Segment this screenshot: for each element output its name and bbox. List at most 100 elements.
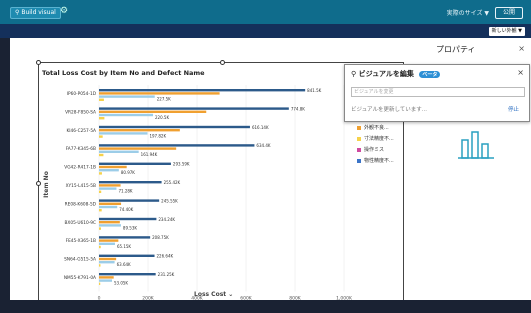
bar bbox=[99, 150, 139, 153]
bar bbox=[99, 261, 115, 264]
y-tick-label: RE08-K608-5D bbox=[65, 201, 97, 207]
data-label: 208.75K bbox=[152, 235, 169, 240]
bar bbox=[99, 190, 102, 193]
data-label: 71.28K bbox=[118, 189, 132, 194]
bar bbox=[99, 257, 117, 261]
build-visual-button[interactable]: ⚲ Build visual bbox=[10, 7, 61, 19]
bar bbox=[99, 273, 156, 276]
bar bbox=[99, 217, 157, 221]
bar bbox=[99, 113, 154, 117]
data-label: 74.40K bbox=[119, 207, 133, 212]
legend-item[interactable]: 操作ミス bbox=[357, 144, 394, 155]
data-label: 53.05K bbox=[114, 281, 128, 286]
data-label: 227.5K bbox=[157, 97, 171, 102]
y-tick-label: SN64-G515-5A bbox=[64, 257, 96, 263]
update-status: ビジュアルを更新しています... bbox=[351, 107, 428, 113]
bar bbox=[99, 153, 104, 157]
top-toolbar: ⚲ Build visual ⚙ 実際のサイズ ▼ 公開 bbox=[0, 0, 531, 24]
footer-bar bbox=[0, 300, 531, 313]
bar bbox=[99, 202, 122, 205]
data-label: 634.4K bbox=[256, 143, 270, 148]
data-label: 65.15K bbox=[117, 244, 131, 249]
bar bbox=[99, 89, 306, 92]
bar bbox=[99, 107, 289, 110]
y-tick-label: VG42-R417-1B bbox=[64, 165, 96, 171]
bar bbox=[99, 117, 105, 120]
data-label: 220.5K bbox=[155, 115, 169, 120]
bar bbox=[99, 181, 162, 184]
bar bbox=[99, 110, 207, 113]
bar bbox=[99, 95, 155, 98]
legend-swatch bbox=[357, 158, 361, 163]
bar bbox=[99, 224, 121, 227]
edit-prompt-input[interactable]: ビジュアルを変更 bbox=[351, 87, 525, 97]
new-look-dropdown[interactable]: 新しい外観 ▼ bbox=[488, 27, 525, 36]
close-icon[interactable]: × bbox=[518, 44, 525, 53]
search-icon: ⚲ bbox=[15, 9, 20, 16]
legend-item[interactable]: 寸法精度不... bbox=[357, 133, 394, 144]
bar bbox=[99, 279, 112, 282]
bar bbox=[99, 147, 177, 150]
gear-icon[interactable]: ⚙ bbox=[60, 6, 68, 16]
chart-legend: 外観不良... 寸法精度不... 操作ミス 物性精度不... bbox=[357, 122, 394, 166]
bar bbox=[99, 236, 151, 239]
edit-panel-header: ⚲ ビジュアルを編集 ベータ bbox=[351, 69, 441, 79]
y-tick-label: VR28-F850-SA bbox=[65, 109, 96, 115]
properties-title: プロパティ bbox=[436, 45, 476, 54]
bar bbox=[99, 239, 119, 242]
data-label: 293.59K bbox=[173, 162, 190, 167]
data-label: 63.64K bbox=[117, 262, 131, 267]
y-tick-label: KI46-C257-5A bbox=[66, 128, 96, 134]
bar bbox=[99, 98, 104, 101]
legend-swatch bbox=[357, 125, 361, 130]
bar-chart-illustration-icon bbox=[458, 131, 494, 159]
bar bbox=[99, 184, 121, 187]
legend-item[interactable]: 外観不良... bbox=[357, 122, 394, 133]
data-label: 234.24K bbox=[158, 217, 175, 222]
data-label: 226.64K bbox=[157, 254, 174, 259]
bar bbox=[99, 205, 118, 209]
data-label: 245.55K bbox=[161, 198, 178, 203]
data-label: 197.82K bbox=[149, 133, 166, 138]
bar bbox=[99, 129, 180, 132]
sub-toolbar: 新しい外観 ▼ bbox=[0, 24, 531, 38]
apply-button[interactable]: 公開 bbox=[495, 7, 523, 19]
bar bbox=[99, 254, 155, 257]
bar bbox=[99, 245, 101, 249]
bar bbox=[99, 276, 114, 279]
bar bbox=[99, 132, 148, 135]
bar bbox=[99, 227, 101, 230]
data-label: 774.8K bbox=[291, 106, 305, 111]
close-icon[interactable]: × bbox=[517, 68, 524, 77]
y-tick-label: BX05-U610-9C bbox=[64, 220, 96, 226]
bar bbox=[99, 92, 220, 95]
bar bbox=[99, 282, 101, 285]
bar bbox=[99, 187, 117, 190]
y-tick-label: FE45-X365-1B bbox=[66, 238, 96, 244]
data-label: 231.25K bbox=[158, 272, 175, 277]
stop-button[interactable]: 停止 bbox=[508, 105, 519, 113]
edit-visual-panel: ⚲ ビジュアルを編集 ベータ × ビジュアルを変更 ビジュアルを更新しています.… bbox=[344, 64, 530, 122]
bar bbox=[99, 135, 103, 138]
legend-swatch bbox=[357, 136, 361, 141]
bar bbox=[99, 172, 102, 175]
bar bbox=[99, 162, 171, 165]
bar bbox=[99, 165, 127, 169]
legend-item[interactable]: 物性精度不... bbox=[357, 155, 394, 166]
bar bbox=[99, 125, 250, 129]
y-tick-label: XY15-L415-5B bbox=[66, 183, 96, 189]
data-label: 161.94K bbox=[141, 152, 158, 157]
data-label: 80.97K bbox=[121, 170, 135, 175]
beta-badge: ベータ bbox=[419, 71, 441, 78]
y-tick-label: IP60-P054-1D bbox=[67, 91, 97, 97]
size-dropdown[interactable]: 実際のサイズ ▼ bbox=[447, 8, 489, 17]
search-icon: ⚲ bbox=[351, 70, 357, 78]
bar bbox=[99, 144, 255, 147]
bar bbox=[99, 209, 102, 212]
legend-swatch bbox=[357, 147, 361, 152]
bar bbox=[99, 242, 115, 245]
bar bbox=[99, 221, 120, 224]
bar bbox=[99, 264, 101, 267]
bar bbox=[99, 199, 160, 202]
data-label: 841.5K bbox=[307, 88, 321, 93]
